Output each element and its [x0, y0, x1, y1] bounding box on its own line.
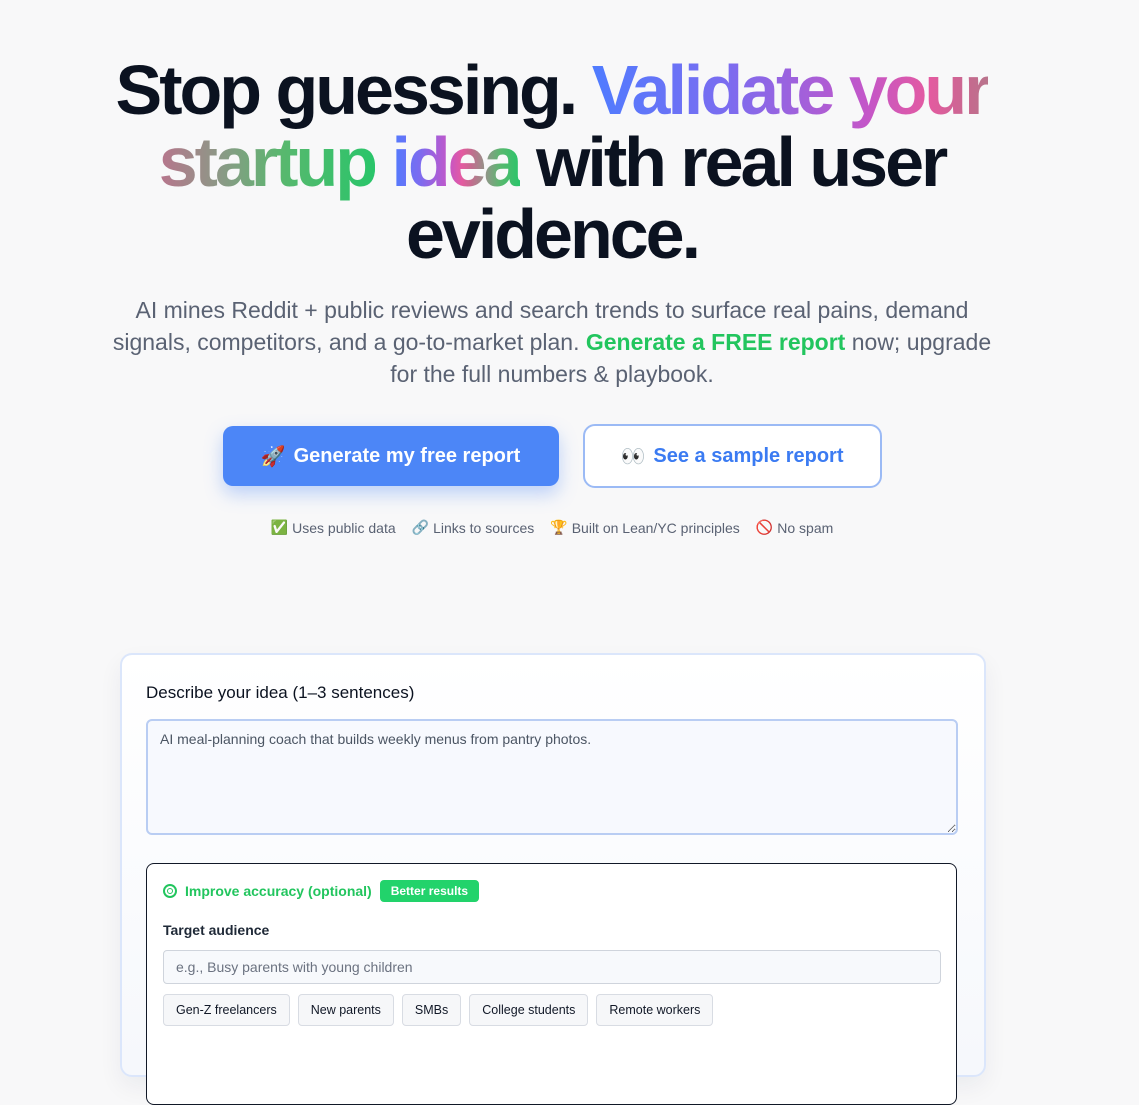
chip-college-students[interactable]: College students [469, 994, 589, 1026]
trust-item-no-spam: 🚫 No spam [756, 519, 833, 536]
idea-textarea[interactable]: AI meal-planning coach that builds weekl… [146, 719, 958, 835]
audience-chips: Gen-Z freelancers New parents SMBs Colle… [163, 994, 714, 1026]
rocket-icon: 🚀 [260, 445, 286, 468]
hero-subtitle: AI mines Reddit + public reviews and sea… [102, 294, 1002, 390]
trophy-icon: 🏆 [550, 519, 568, 535]
chip-gen-z-freelancers[interactable]: Gen-Z freelancers [163, 994, 290, 1026]
idea-label: Describe your idea (1–3 sentences) [146, 683, 415, 702]
link-icon: 🔗 [411, 519, 430, 535]
hero-section: Stop guessing. Validate your startup ide… [0, 54, 1104, 536]
target-audience-label: Target audience [163, 922, 270, 938]
trust-label: Links to sources [433, 519, 535, 536]
generate-report-label: Generate my free report [293, 444, 521, 467]
cta-row: 🚀 Generate my free report 👀 See a sample… [0, 424, 1104, 488]
idea-form-card: Describe your idea (1–3 sentences) AI me… [120, 653, 986, 1105]
no-entry-icon: 🚫 [755, 519, 774, 535]
trust-item-principles: 🏆 Built on Lean/YC principles [550, 519, 740, 536]
sample-report-button[interactable]: 👀 See a sample report [582, 424, 882, 488]
better-results-badge: Better results [379, 880, 480, 902]
check-icon: ✅ [270, 519, 289, 535]
chip-smbs[interactable]: SMBs [401, 994, 462, 1026]
sample-report-label: See a sample report [653, 444, 844, 467]
chip-new-parents[interactable]: New parents [297, 994, 394, 1026]
accuracy-title: Improve accuracy (optional) [185, 883, 372, 899]
hero-headline: Stop guessing. Validate your startup ide… [62, 54, 1042, 270]
target-audience-input[interactable] [163, 950, 941, 984]
trust-label: No spam [777, 519, 834, 536]
trust-label: Built on Lean/YC principles [571, 519, 740, 536]
accuracy-header[interactable]: Improve accuracy (optional) Better resul… [163, 880, 480, 902]
trust-item-sources: 🔗 Links to sources [412, 519, 535, 536]
headline-gradient-2: idea [391, 123, 522, 201]
trust-item-public-data: ✅ Uses public data [271, 519, 396, 536]
chip-remote-workers[interactable]: Remote workers [596, 994, 714, 1026]
eyes-icon: 👀 [620, 445, 646, 468]
trust-badges: ✅ Uses public data 🔗 Links to sources 🏆 … [0, 519, 1104, 536]
generate-report-button[interactable]: 🚀 Generate my free report [222, 426, 559, 486]
accuracy-panel: Improve accuracy (optional) Better resul… [146, 863, 957, 1105]
target-icon [163, 884, 177, 898]
subtitle-highlight: Generate a FREE report [585, 329, 846, 355]
headline-part-1: Stop guessing. [115, 51, 579, 129]
trust-label: Uses public data [292, 519, 396, 536]
